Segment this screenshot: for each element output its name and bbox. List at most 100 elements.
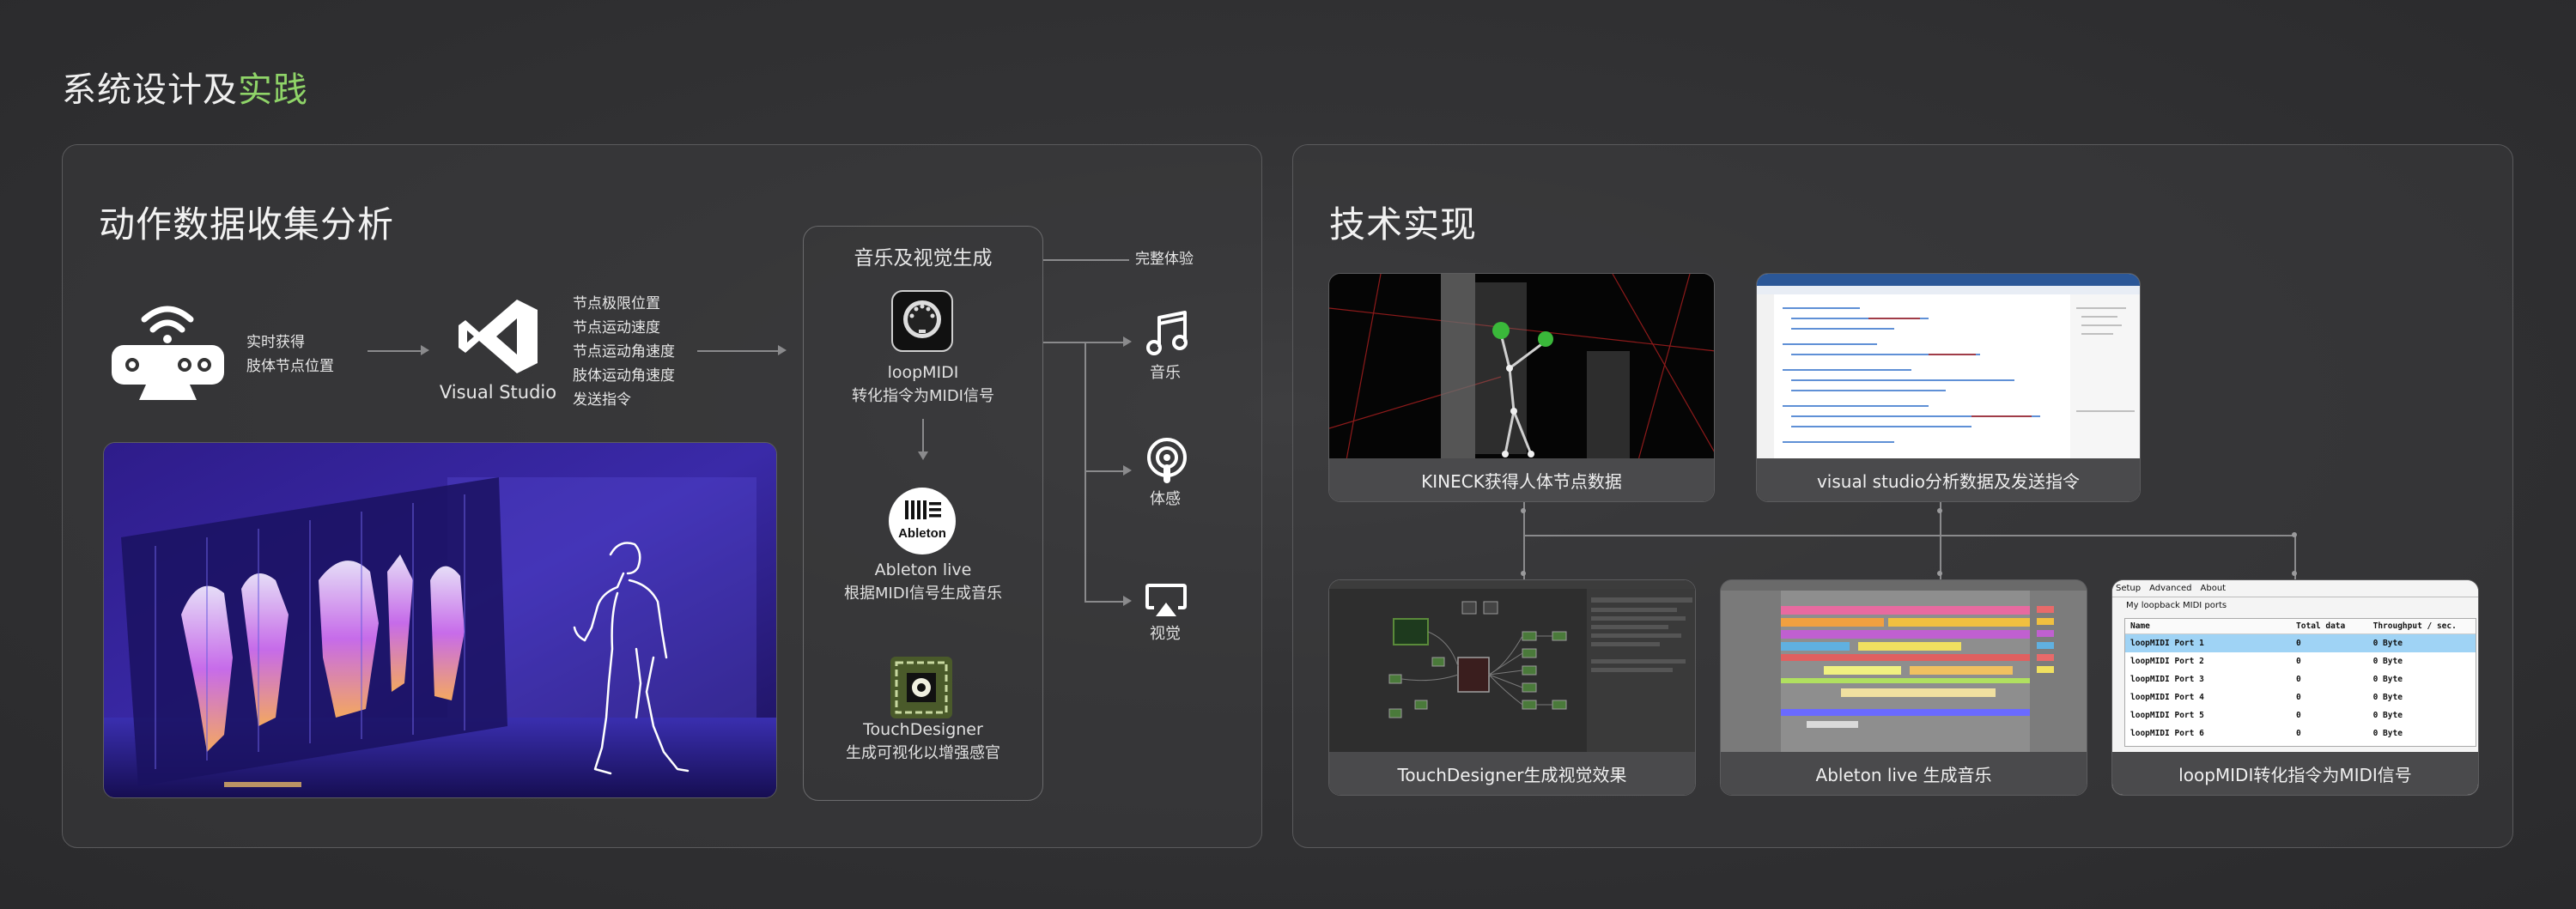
ableton-desc: 根据MIDI信号生成音乐 <box>843 585 1002 603</box>
arrow-kinect-to-vs-head <box>421 345 429 355</box>
loopmidi-table-header: Name Total data Throughput / sec. <box>2125 619 2476 634</box>
arrow-to-music-head <box>1123 336 1132 347</box>
music-visual-title: 音乐及视觉生成 <box>854 247 993 270</box>
port-name: loopMIDI Port 4 <box>2130 693 2204 702</box>
loopmidi-desc: 转化指令为MIDI信号 <box>851 387 994 405</box>
experience-somatic-label: 体感 <box>1150 490 1181 508</box>
connector-dot <box>2292 571 2297 576</box>
music-note-icon <box>1145 311 1188 357</box>
connector-dot <box>1937 571 1942 576</box>
arrow-loopmidi-to-ableton-head <box>918 451 928 460</box>
connector-dot <box>1521 508 1526 513</box>
tab-setup[interactable]: Setup <box>2116 584 2141 597</box>
touchdesigner-desc: 生成可视化以增强感官 <box>846 744 1000 762</box>
led-wall-photo <box>103 442 777 798</box>
kinect-description: 实时获得 肢体节点位置 <box>246 330 367 379</box>
visual-studio-icon <box>457 298 539 375</box>
kinect-desc-line1: 实时获得 <box>246 334 305 351</box>
connector-dot <box>1521 571 1526 576</box>
tab-about[interactable]: About <box>2201 584 2227 597</box>
vs-output-item: 节点运动角速度 <box>573 343 675 361</box>
kinect-desc-line2: 肢体节点位置 <box>246 358 334 375</box>
kinect-card: KINECK获得人体节点数据 <box>1328 273 1715 502</box>
port-total-data: 0 <box>2296 675 2301 684</box>
touchdesigner-icon <box>890 656 953 719</box>
ableton-name: Ableton live <box>874 561 972 579</box>
experience-connector <box>1043 259 1129 261</box>
port-throughput: 0 Byte <box>2372 711 2403 720</box>
vs-output-item: 肢体运动角速度 <box>573 367 675 385</box>
arrow-to-music <box>1084 342 1126 343</box>
arrow-vs-to-music <box>697 350 781 352</box>
motion-data-title: 动作数据收集分析 <box>99 203 395 245</box>
arrow-vs-to-music-head <box>778 345 787 355</box>
arrow-to-visual <box>1084 601 1126 603</box>
column-header-throughput: Throughput / sec. <box>2372 621 2457 631</box>
visual-studio-card: visual studio分析数据及发送指令 <box>1756 273 2141 502</box>
port-total-data: 0 <box>2296 693 2301 702</box>
table-row[interactable]: loopMIDI Port 2 0 0 Byte <box>2125 652 2476 670</box>
loopmidi-window: Setup Advanced About My loopback MIDI po… <box>2112 580 2478 754</box>
port-name: loopMIDI Port 6 <box>2130 729 2204 738</box>
touchdesigner-name: TouchDesigner <box>863 720 983 739</box>
ableton-icon: Ableton <box>888 487 957 555</box>
vs-output-item: 发送指令 <box>573 391 631 409</box>
loopmidi-tab-bar: Setup Advanced About <box>2112 580 2478 597</box>
page-title-main: 系统设计及 <box>62 70 238 110</box>
connector-dot <box>2292 532 2297 537</box>
page-title-highlight: 实践 <box>238 70 308 110</box>
port-name: loopMIDI Port 5 <box>2130 711 2204 720</box>
port-total-data: 0 <box>2296 657 2301 666</box>
loopmidi-card: Setup Advanced About My loopback MIDI po… <box>2111 579 2479 796</box>
arrow-to-somatic <box>1084 470 1126 472</box>
vs-output-list: 节点极限位置 节点运动速度 节点运动角速度 肢体运动角速度 发送指令 <box>573 292 710 412</box>
port-total-data: 0 <box>2296 639 2301 648</box>
experience-branch-line <box>1043 342 1084 343</box>
loopmidi-name: loopMIDI <box>887 363 959 382</box>
port-name: loopMIDI Port 2 <box>2130 657 2204 666</box>
loopmidi-card-caption: loopMIDI转化指令为MIDI信号 <box>2112 752 2478 795</box>
page-title: 系统设计及实践 <box>62 62 308 112</box>
touchdesigner-card: TouchDesigner生成视觉效果 <box>1328 579 1696 796</box>
connector-kinect-down <box>1523 502 1525 579</box>
table-row[interactable]: loopMIDI Port 5 0 0 Byte <box>2125 706 2476 724</box>
somatic-icon <box>1145 438 1188 486</box>
vs-output-item: 节点运动速度 <box>573 319 660 336</box>
port-throughput: 0 Byte <box>2372 657 2403 666</box>
connector-horizontal <box>1523 535 2294 536</box>
loopmidi-port-table: Name Total data Throughput / sec. loopMI… <box>2124 618 2476 747</box>
visual-studio-card-caption: visual studio分析数据及发送指令 <box>1757 458 2140 501</box>
column-header-total-data: Total data <box>2296 621 2346 631</box>
loopmidi-section-label: My loopback MIDI ports <box>2126 601 2227 610</box>
port-name: loopMIDI Port 3 <box>2130 675 2204 684</box>
arrow-kinect-to-vs <box>368 350 423 352</box>
visual-studio-label: Visual Studio <box>439 382 557 403</box>
visual-display-icon <box>1145 584 1187 618</box>
port-total-data: 0 <box>2296 711 2301 720</box>
loopmidi-icon <box>891 290 953 352</box>
table-row[interactable]: loopMIDI Port 4 0 0 Byte <box>2125 688 2476 706</box>
port-throughput: 0 Byte <box>2372 729 2403 738</box>
port-throughput: 0 Byte <box>2372 639 2403 648</box>
column-header-name: Name <box>2130 621 2150 631</box>
ableton-card-caption: Ableton live 生成音乐 <box>1721 752 2087 795</box>
port-throughput: 0 Byte <box>2372 675 2403 684</box>
connector-dot <box>1937 508 1942 513</box>
touchdesigner-card-caption: TouchDesigner生成视觉效果 <box>1329 752 1695 795</box>
table-row[interactable]: loopMIDI Port 6 0 0 Byte <box>2125 724 2476 742</box>
kinect-icon <box>110 300 226 402</box>
tab-advanced[interactable]: Advanced <box>2149 584 2191 597</box>
experience-title: 完整体验 <box>1135 251 1194 268</box>
connector-vs-down <box>1940 502 1941 579</box>
table-row[interactable]: loopMIDI Port 3 0 0 Byte <box>2125 670 2476 688</box>
experience-music-label: 音乐 <box>1150 364 1181 382</box>
arrow-to-somatic-head <box>1123 465 1132 476</box>
port-total-data: 0 <box>2296 729 2301 738</box>
port-name: loopMIDI Port 1 <box>2130 639 2204 648</box>
tech-implementation-title: 技术实现 <box>1329 203 1478 245</box>
arrow-to-visual-head <box>1123 596 1132 606</box>
experience-visual-label: 视觉 <box>1150 625 1181 643</box>
table-row[interactable]: loopMIDI Port 1 0 0 Byte <box>2125 634 2476 652</box>
ableton-card: Ableton live 生成音乐 <box>1720 579 2087 796</box>
kinect-card-caption: KINECK获得人体节点数据 <box>1329 458 1714 501</box>
